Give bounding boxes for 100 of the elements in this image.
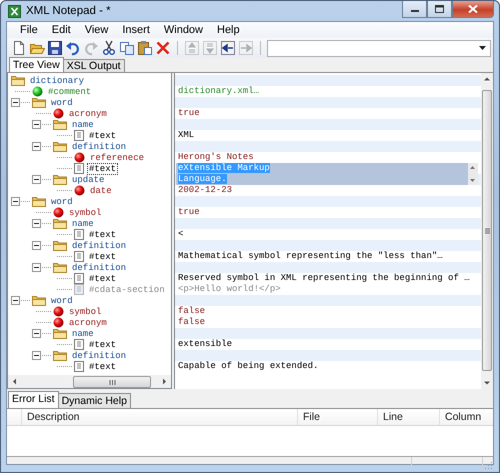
folder-icon [53, 119, 67, 130]
node-label[interactable]: #text [87, 360, 118, 372]
node-value: false [178, 317, 206, 328]
node-label[interactable]: update [70, 174, 106, 186]
node-value: < [178, 229, 184, 240]
collapse-toggle-icon[interactable] [32, 219, 41, 228]
nudge-left-icon[interactable] [220, 40, 236, 56]
resize-grip-icon[interactable] [483, 459, 493, 469]
node-value: Mathematical symbol representing the "less than"… [178, 251, 443, 262]
folder-icon [53, 141, 67, 152]
node-label[interactable]: date [88, 184, 114, 196]
scrollbar-thumb[interactable] [73, 376, 151, 388]
node-label[interactable]: dictionary [28, 74, 86, 86]
node-label[interactable]: word [49, 196, 75, 208]
menu-item[interactable]: Window [156, 24, 210, 36]
window-title: XML Notepad - * [26, 5, 111, 17]
node-label[interactable]: definition [70, 262, 128, 274]
folder-icon [53, 174, 67, 185]
node-value: XML [178, 130, 194, 141]
node-value: extensible [178, 339, 232, 350]
dropdown-arrow-icon [479, 46, 486, 50]
node-label[interactable]: #text [87, 130, 118, 142]
maximize-button[interactable] [427, 1, 452, 18]
collapse-toggle-icon[interactable] [11, 98, 20, 107]
minimize-button[interactable] [402, 1, 427, 18]
collapse-toggle-icon[interactable] [32, 351, 41, 360]
node-value: true [178, 108, 200, 119]
ball-icon [53, 317, 64, 328]
collapse-toggle-icon[interactable] [32, 142, 41, 151]
folder-icon [53, 328, 67, 339]
collapse-toggle-icon[interactable] [32, 263, 41, 272]
document-icon [74, 251, 84, 262]
folder-icon [32, 97, 46, 108]
menu-item[interactable]: Insert [115, 24, 157, 36]
node-value: Reserved symbol in XML representing the beginning of … [178, 273, 470, 284]
maximize-icon [435, 5, 444, 13]
node-label[interactable]: #text [87, 162, 118, 174]
node-value: dictionary.xml… [178, 86, 260, 97]
node-label[interactable]: word [49, 96, 75, 108]
node-label[interactable]: acronym [67, 316, 109, 328]
menu-item[interactable]: Edit [44, 24, 78, 36]
node-label[interactable]: definition [70, 350, 128, 362]
folder-icon [53, 350, 67, 361]
collapse-toggle-icon[interactable] [32, 120, 41, 129]
node-label[interactable]: name [70, 218, 96, 230]
document-icon [74, 163, 84, 174]
node-label[interactable]: referenece [88, 152, 146, 164]
copy-icon[interactable] [119, 40, 135, 56]
menu-item[interactable]: File [13, 24, 45, 36]
menu-item[interactable]: Help [210, 24, 247, 36]
column-header[interactable]: Line [377, 409, 439, 425]
document-icon [74, 229, 84, 240]
scissors-icon[interactable] [101, 40, 117, 56]
column-header[interactable]: File [297, 409, 377, 425]
tab[interactable]: Error List [8, 391, 59, 408]
column-header[interactable]: Column [439, 409, 493, 425]
folder-icon [32, 196, 46, 207]
node-value: 2002-12-23 [178, 185, 232, 196]
collapse-toggle-icon[interactable] [11, 197, 20, 206]
collapse-toggle-icon[interactable] [11, 296, 20, 305]
node-label[interactable]: #text [87, 272, 118, 284]
node-label[interactable]: name [70, 118, 96, 130]
tab[interactable]: Tree View [9, 57, 64, 72]
node-label[interactable]: name [70, 328, 96, 340]
scrollbar-thumb[interactable] [482, 90, 492, 371]
tab[interactable]: XSL Output [62, 59, 125, 72]
ball-icon [53, 306, 64, 317]
tab[interactable]: Dynamic Help [58, 393, 131, 408]
node-label[interactable]: acronym [67, 108, 109, 120]
folder-icon [53, 262, 67, 273]
delete-icon[interactable] [155, 40, 171, 56]
node-label[interactable]: #cdata-section [87, 284, 167, 296]
node-label[interactable]: #text [87, 338, 118, 350]
app-icon [8, 4, 21, 18]
ball-icon [74, 152, 85, 163]
node-label[interactable]: #text [87, 228, 118, 240]
node-label[interactable]: definition [70, 140, 128, 152]
undo-icon[interactable] [65, 40, 81, 56]
node-value: true [178, 207, 200, 218]
node-label[interactable]: symbol [67, 206, 104, 218]
paste-icon[interactable] [137, 40, 153, 56]
folder-icon [53, 218, 67, 229]
ball-icon [53, 108, 64, 119]
document-icon [74, 284, 84, 295]
save-icon[interactable] [47, 40, 63, 56]
new-file-icon[interactable] [11, 40, 27, 56]
node-label[interactable]: #comment [46, 86, 94, 98]
menu-item[interactable]: View [78, 24, 116, 36]
collapse-toggle-icon[interactable] [32, 241, 41, 250]
collapse-toggle-icon[interactable] [32, 175, 41, 184]
column-header[interactable]: Description [21, 409, 297, 425]
ball-icon [53, 207, 64, 218]
folder-icon [53, 240, 67, 251]
node-label[interactable]: symbol [67, 306, 104, 318]
node-label[interactable]: definition [70, 240, 128, 252]
close-button[interactable] [452, 1, 494, 18]
document-icon [74, 361, 84, 372]
node-label[interactable]: word [49, 294, 75, 306]
collapse-toggle-icon[interactable] [32, 329, 41, 338]
node-label[interactable]: #text [87, 250, 118, 262]
